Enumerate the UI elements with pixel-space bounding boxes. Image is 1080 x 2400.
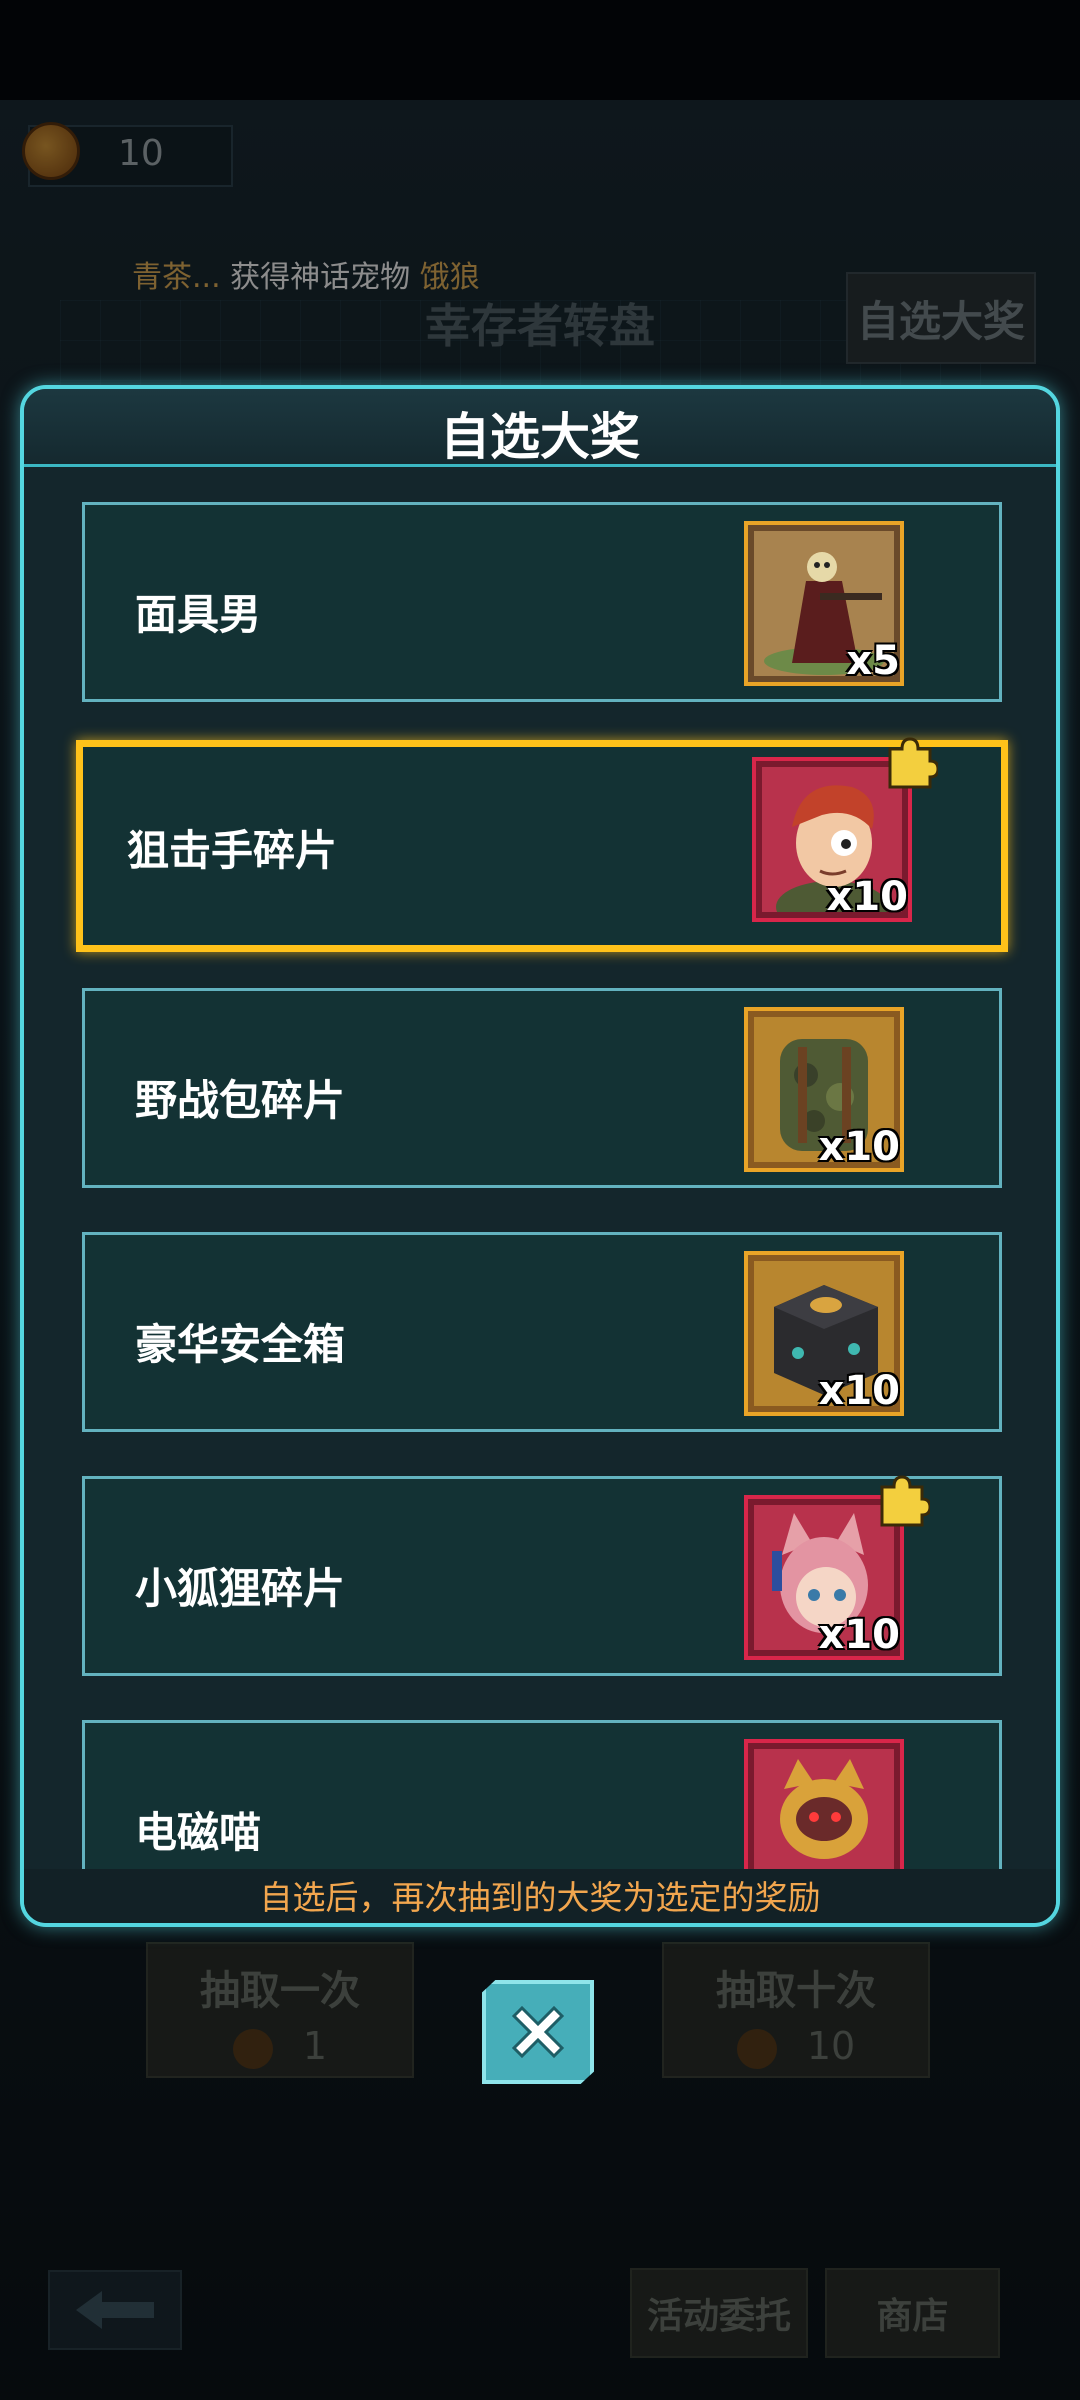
prize-label: 电磁喵 xyxy=(135,1808,262,1857)
prize-option-fox-fragment[interactable]: 小狐狸碎片 x10 xyxy=(82,1475,1002,1676)
close-icon xyxy=(511,2005,565,2059)
prize-option-luxury-safe[interactable]: 豪华安全箱 x10 xyxy=(82,1232,1002,1432)
prize-count: x10 xyxy=(818,1124,900,1170)
puzzle-fragment-icon xyxy=(888,737,938,789)
prize-item: x10 xyxy=(744,1007,904,1172)
puzzle-fragment-icon xyxy=(880,1475,930,1527)
prize-label: 豪华安全箱 xyxy=(135,1320,346,1369)
prize-option-robot-cat[interactable]: 电磁喵 xyxy=(82,1720,1002,1870)
prize-option-masked-man[interactable]: 面具男 x5 xyxy=(82,502,1002,702)
dialog-title: 自选大奖 xyxy=(440,408,640,466)
prize-label: 狙击手碎片 xyxy=(127,826,338,875)
dialog-header: 自选大奖 xyxy=(24,389,1056,467)
pick-prize-dialog: 自选大奖 面具男 x5 狙击手碎片 x10 野战包碎片 x10 豪华安全箱 x1… xyxy=(20,385,1060,1927)
dialog-footer-note: 自选后，再次抽到的大奖为选定的奖励 xyxy=(24,1869,1056,1923)
close-button[interactable] xyxy=(482,1980,594,2084)
prize-count: x10 xyxy=(826,874,908,920)
prize-list[interactable]: 面具男 x5 狙击手碎片 x10 野战包碎片 x10 豪华安全箱 x10 小狐狸… xyxy=(24,470,1056,1870)
prize-item: x10 xyxy=(744,1251,904,1416)
prize-label: 小狐狸碎片 xyxy=(135,1564,346,1613)
prize-option-sniper-fragment[interactable]: 狙击手碎片 x10 xyxy=(76,737,1008,952)
prize-label: 面具男 xyxy=(135,590,262,639)
robot-cat-icon xyxy=(754,1749,894,1870)
prize-item: x5 xyxy=(744,521,904,686)
prize-count: x10 xyxy=(818,1368,900,1414)
prize-label: 野战包碎片 xyxy=(135,1076,346,1125)
prize-count: x5 xyxy=(846,638,900,684)
prize-option-backpack-fragment[interactable]: 野战包碎片 x10 xyxy=(82,988,1002,1188)
prize-item: x10 xyxy=(752,737,938,922)
prize-count: x10 xyxy=(818,1612,900,1658)
prize-item: x10 xyxy=(744,1475,930,1660)
prize-item xyxy=(744,1739,904,1870)
